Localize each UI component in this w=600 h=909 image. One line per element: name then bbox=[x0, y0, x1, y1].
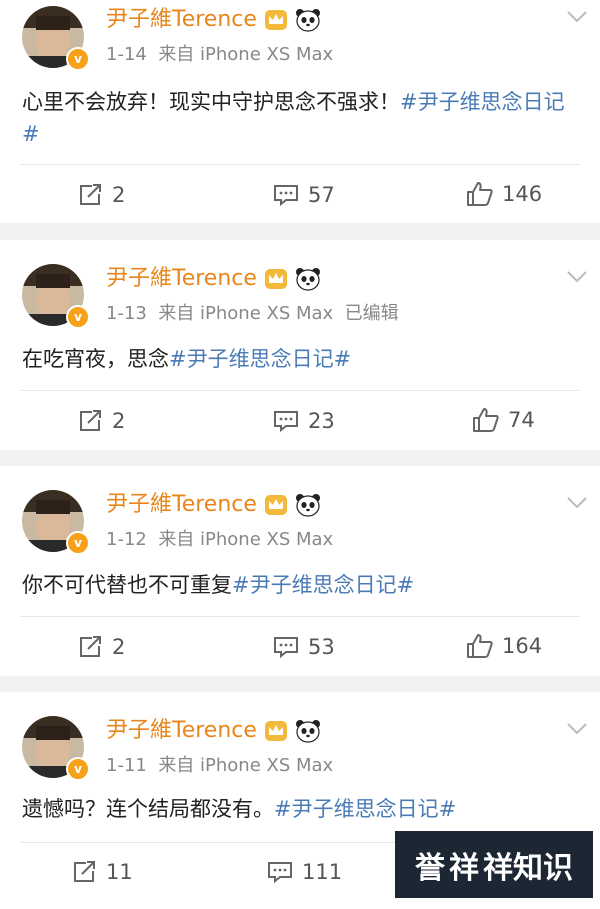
author-name[interactable]: 尹子維Terence bbox=[106, 7, 257, 33]
repost-button[interactable]: 11 bbox=[72, 860, 133, 884]
comment-icon bbox=[274, 637, 298, 659]
post-date: 1-13 bbox=[106, 303, 147, 324]
divider bbox=[20, 616, 580, 617]
comment-icon bbox=[274, 185, 298, 207]
chevron-down-icon[interactable] bbox=[566, 722, 588, 736]
comment-count: 53 bbox=[308, 635, 335, 659]
verified-badge-icon: v bbox=[66, 531, 90, 555]
verified-badge-icon: v bbox=[66, 47, 90, 71]
author-name[interactable]: 尹子維Terence bbox=[106, 718, 257, 744]
comment-button[interactable]: 53 bbox=[272, 635, 335, 659]
panda-icon bbox=[295, 268, 320, 291]
post-source: 来自 iPhone XS Max bbox=[158, 44, 334, 65]
repost-button[interactable]: 2 bbox=[78, 183, 125, 207]
author-name[interactable]: 尹子維Terence bbox=[106, 492, 257, 518]
comment-icon bbox=[268, 862, 292, 884]
comment-button[interactable]: 57 bbox=[272, 183, 335, 207]
repost-count: 2 bbox=[112, 183, 126, 207]
divider bbox=[20, 390, 580, 391]
comment-button[interactable]: 23 bbox=[272, 409, 335, 433]
author-name[interactable]: 尹子維Terence bbox=[106, 266, 257, 292]
post-content: 遗憾吗？连个结局都没有。#尹子维思念日记# bbox=[22, 797, 457, 821]
like-count: 164 bbox=[502, 634, 543, 658]
post-source: 来自 iPhone XS Max bbox=[158, 755, 334, 776]
post-content: 在吃宵夜，思念#尹子维思念日记# bbox=[22, 347, 352, 371]
like-button[interactable]: 164 bbox=[466, 633, 542, 659]
weibo-post: v 尹子維Terence 1-13 来自 iPhone XS Max 已编辑 在… bbox=[0, 240, 600, 450]
post-date: 1-14 bbox=[106, 44, 147, 65]
post-date: 1-11 bbox=[106, 755, 147, 776]
post-content: 你不可代替也不可重复#尹子维思念日记# bbox=[22, 573, 415, 597]
thumbs-up-icon bbox=[467, 182, 493, 206]
edited-label: 已编辑 bbox=[344, 303, 399, 324]
chevron-down-icon[interactable] bbox=[566, 270, 588, 284]
thumbs-up-icon bbox=[467, 634, 493, 658]
repost-icon bbox=[74, 861, 95, 882]
like-button[interactable]: 146 bbox=[466, 181, 542, 207]
repost-count: 2 bbox=[112, 635, 126, 659]
post-source: 来自 iPhone XS Max bbox=[158, 303, 334, 324]
comment-button[interactable]: 111 bbox=[266, 860, 342, 884]
panda-icon bbox=[295, 494, 320, 517]
repost-count: 2 bbox=[112, 409, 126, 433]
chevron-down-icon[interactable] bbox=[566, 496, 588, 510]
crown-icon bbox=[264, 721, 287, 741]
weibo-post: v 尹子維Terence 1-14 来自 iPhone XS Max 心里不会放… bbox=[0, 0, 600, 223]
hashtag-link[interactable]: #尹子维思念日记# bbox=[232, 573, 414, 597]
crown-icon bbox=[264, 495, 287, 515]
like-button[interactable]: 74 bbox=[472, 407, 535, 433]
verified-badge-icon: v bbox=[66, 757, 90, 781]
chevron-down-icon[interactable] bbox=[566, 10, 588, 24]
repost-count: 11 bbox=[106, 860, 133, 884]
verified-badge-icon: v bbox=[66, 305, 90, 329]
divider bbox=[20, 164, 580, 165]
watermark-part1: 誉 bbox=[415, 850, 445, 886]
weibo-post: v 尹子維Terence 1-12 来自 iPhone XS Max 你不可代替… bbox=[0, 466, 600, 676]
watermark-logo: 誉祥祥知识 bbox=[395, 831, 593, 898]
watermark-part2: 祥 bbox=[449, 850, 479, 886]
like-count: 74 bbox=[508, 408, 535, 432]
repost-icon bbox=[80, 184, 101, 205]
repost-button[interactable]: 2 bbox=[78, 409, 125, 433]
crown-icon bbox=[264, 269, 287, 289]
crown-icon bbox=[264, 10, 287, 30]
watermark-part3: 祥知识 bbox=[483, 850, 573, 886]
repost-icon bbox=[80, 410, 101, 431]
like-count: 146 bbox=[502, 182, 543, 206]
repost-button[interactable]: 2 bbox=[78, 635, 125, 659]
comment-count: 23 bbox=[308, 409, 335, 433]
thumbs-up-icon bbox=[473, 408, 499, 432]
comment-count: 57 bbox=[308, 183, 335, 207]
panda-icon bbox=[295, 9, 320, 32]
hashtag-link[interactable]: #尹子维思念日记# bbox=[169, 347, 351, 371]
comment-count: 111 bbox=[302, 860, 343, 884]
panda-icon bbox=[295, 720, 320, 743]
post-content: 心里不会放弃！现实中守护思念不强求！#尹子维思念日记# bbox=[22, 90, 565, 146]
repost-icon bbox=[80, 636, 101, 657]
hashtag-link[interactable]: #尹子维思念日记# bbox=[274, 797, 456, 821]
comment-icon bbox=[274, 411, 298, 433]
post-date: 1-12 bbox=[106, 529, 147, 550]
post-source: 来自 iPhone XS Max bbox=[158, 529, 334, 550]
